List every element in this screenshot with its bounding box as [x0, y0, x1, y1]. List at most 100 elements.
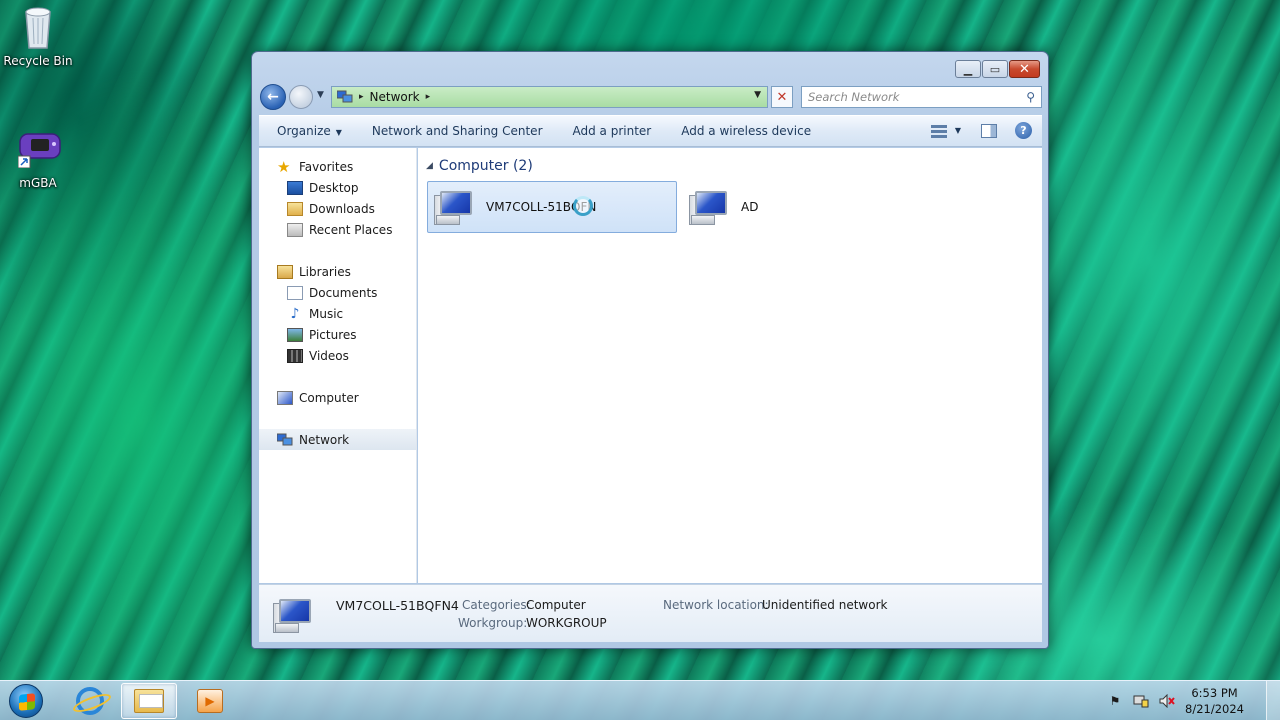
nav-label: Computer — [299, 390, 359, 405]
organize-menu[interactable]: Organize ▼ — [277, 124, 342, 138]
command-bar: Organize ▼ Network and Sharing Center Add… — [259, 115, 1042, 147]
downloads-icon — [287, 201, 303, 216]
forward-arrow-icon — [290, 86, 312, 108]
add-wireless-device-button[interactable]: Add a wireless device — [681, 124, 811, 138]
details-workgroup-label: Workgroup: — [458, 616, 528, 630]
system-tray: ⚑ 6:53 PM 8/21/2024 — [1107, 681, 1280, 720]
maximize-button[interactable]: ▭ — [982, 60, 1008, 78]
change-view-icon[interactable] — [930, 124, 947, 138]
network-sharing-center-button[interactable]: Network and Sharing Center — [372, 124, 543, 138]
search-input[interactable] — [802, 87, 1012, 107]
details-location-value: Unidentified network — [762, 598, 888, 612]
computer-name: AD — [741, 200, 759, 214]
recent-pages-dropdown[interactable]: ▼ — [317, 90, 324, 100]
address-bar[interactable]: ▸ Network ▸ ▼ — [331, 86, 768, 108]
address-dropdown-icon[interactable]: ▼ — [754, 90, 761, 100]
nav-music[interactable]: ♪ Music — [259, 303, 416, 324]
details-location-label: Network location: — [663, 598, 769, 612]
nav-label: Recent Places — [309, 222, 393, 237]
add-printer-button[interactable]: Add a printer — [573, 124, 652, 138]
navigation-pane: ★ Favorites Desktop Downloads Recent Pla… — [259, 148, 417, 583]
stop-button[interactable]: ✕ — [771, 86, 793, 108]
nav-videos[interactable]: Videos — [259, 345, 416, 366]
nav-pictures[interactable]: Pictures — [259, 324, 416, 345]
computer-icon — [273, 595, 317, 635]
group-header-label: Computer (2) — [438, 158, 533, 174]
network-icon[interactable] — [1133, 693, 1149, 709]
details-categories-label: Categories: — [462, 598, 531, 612]
breadcrumb-separator[interactable]: ▸ — [359, 92, 364, 102]
search-icon[interactable]: ⚲ — [1026, 90, 1035, 104]
close-button[interactable]: ✕ — [1009, 60, 1040, 78]
nav-label: Libraries — [299, 264, 351, 279]
nav-label: Desktop — [309, 180, 359, 195]
forward-button[interactable] — [289, 85, 313, 109]
pictures-icon — [287, 327, 303, 342]
desktop-icon-mgba[interactable]: mGBA — [0, 128, 76, 190]
desktop-icon-recycle-bin[interactable]: Recycle Bin — [0, 6, 76, 68]
group-header-computer[interactable]: ◢ Computer (2) — [426, 158, 533, 174]
action-center-flag-icon[interactable]: ⚑ — [1107, 693, 1123, 709]
star-icon: ★ — [277, 157, 291, 176]
show-desktop-button[interactable] — [1266, 681, 1280, 720]
nav-documents[interactable]: Documents — [259, 282, 416, 303]
recent-places-icon — [287, 222, 303, 237]
details-categories-value: Computer — [526, 598, 586, 612]
nav-libraries[interactable]: Libraries — [259, 261, 416, 282]
help-icon[interactable]: ? — [1015, 122, 1032, 139]
breadcrumb-separator[interactable]: ▸ — [426, 92, 431, 102]
nav-favorites[interactable]: ★ Favorites — [259, 156, 416, 177]
details-pane: VM7COLL-51BQFN4 Categories: Computer Wor… — [259, 584, 1042, 642]
back-button[interactable]: ← — [260, 84, 286, 110]
documents-icon — [287, 285, 303, 300]
window-controls: ▁ ▭ ✕ — [954, 60, 1040, 78]
network-computer-tile[interactable]: AD — [683, 181, 803, 233]
breadcrumb-network[interactable]: Network — [370, 90, 420, 104]
content-area: ◢ Computer (2) VM7COLL-51BQFN AD — [418, 148, 1042, 583]
navigation-row: ← ▼ ▸ Network ▸ ▼ ✕ ⚲ — [260, 84, 1042, 110]
nav-label: Music — [309, 306, 344, 321]
nav-downloads[interactable]: Downloads — [259, 198, 416, 219]
collapse-triangle-icon[interactable]: ◢ — [426, 161, 433, 171]
nav-label: Documents — [309, 285, 378, 300]
clock-time: 6:53 PM — [1191, 686, 1238, 700]
network-computer-tile[interactable]: VM7COLL-51BQFN — [427, 181, 677, 233]
nav-network[interactable]: Network — [259, 429, 416, 450]
nav-label: Network — [299, 432, 350, 447]
nav-label: Videos — [309, 348, 349, 363]
taskbar-media-player[interactable]: ▶ — [182, 683, 238, 719]
clock[interactable]: 6:53 PM 8/21/2024 — [1185, 685, 1244, 717]
view-options-dropdown-icon[interactable]: ▼ — [955, 126, 961, 135]
search-box[interactable]: ⚲ — [801, 86, 1042, 108]
desktop-icon — [287, 180, 303, 195]
command-bar-right: ▼ ? — [930, 122, 1032, 139]
nav-desktop[interactable]: Desktop — [259, 177, 416, 198]
desktop-icon-label: mGBA — [19, 176, 57, 190]
details-workgroup-value: WORKGROUP — [526, 616, 607, 630]
close-icon: ✕ — [1019, 61, 1030, 77]
back-arrow-icon: ← — [267, 89, 279, 105]
details-computer-name: VM7COLL-51BQFN4 — [336, 598, 459, 613]
taskbar-windows-explorer[interactable] — [121, 683, 177, 719]
mgba-icon — [17, 128, 61, 172]
minimize-button[interactable]: ▁ — [955, 60, 981, 78]
windows-logo-icon — [9, 684, 43, 718]
nav-label: Favorites — [299, 159, 354, 174]
nav-recent-places[interactable]: Recent Places — [259, 219, 416, 240]
music-icon: ♪ — [290, 305, 300, 322]
computer-icon — [277, 390, 293, 405]
maximize-icon: ▭ — [989, 62, 1001, 76]
libraries-icon — [277, 264, 293, 279]
nav-computer[interactable]: Computer — [259, 387, 416, 408]
volume-muted-icon[interactable] — [1159, 693, 1175, 709]
preview-pane-icon[interactable] — [981, 123, 997, 138]
nav-label: Downloads — [309, 201, 375, 216]
taskbar-internet-explorer[interactable] — [62, 683, 118, 719]
busy-cursor-icon — [573, 196, 593, 216]
computer-icon — [689, 187, 733, 227]
start-button[interactable] — [4, 683, 48, 719]
stop-icon: ✕ — [776, 89, 788, 105]
organize-label: Organize — [277, 124, 331, 138]
